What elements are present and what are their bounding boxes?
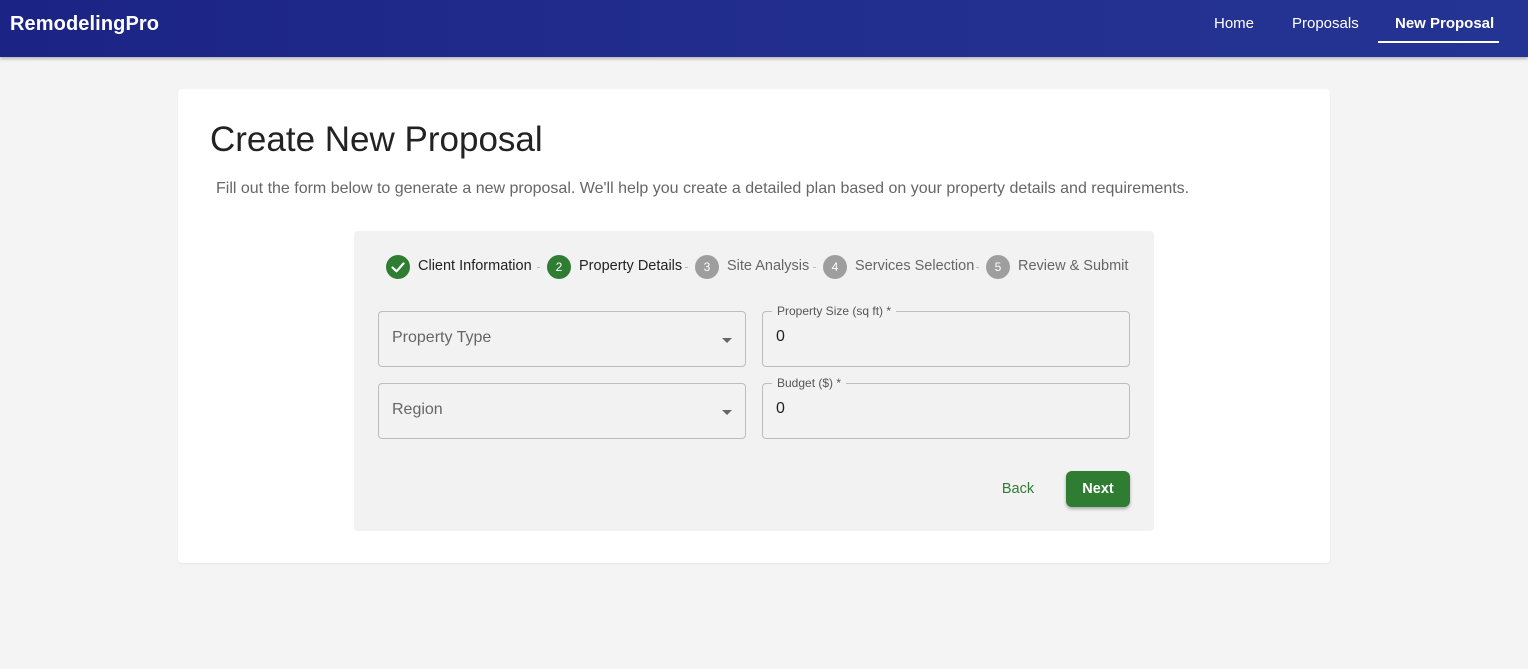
check-icon	[391, 262, 405, 273]
next-button[interactable]: Next	[1066, 471, 1130, 507]
page-subtitle: Fill out the form below to generate a ne…	[216, 180, 1190, 197]
property-size-input[interactable]	[776, 328, 1106, 346]
step-connector	[537, 267, 540, 268]
step-4-label: Services Selection	[855, 258, 975, 274]
dropdown-arrow-icon	[722, 338, 732, 343]
property-size-field: Property Size (sq ft) *	[762, 304, 1130, 367]
nav-new-proposal[interactable]: New Proposal	[1395, 15, 1494, 32]
step-2-badge: 2	[547, 255, 571, 279]
step-3-label: Site Analysis	[727, 258, 810, 274]
page-title: Create New Proposal	[210, 120, 543, 159]
step-2-label: Property Details	[579, 258, 683, 274]
nav-home[interactable]: Home	[1214, 15, 1254, 32]
property-type-placeholder: Property Type	[392, 329, 492, 346]
budget-label: Budget ($) *	[772, 376, 847, 390]
budget-field: Budget ($) *	[762, 376, 1130, 439]
brand-logo[interactable]: RemodelingPro	[10, 13, 159, 36]
step-connector	[976, 267, 979, 268]
step-3-badge: 3	[695, 255, 719, 279]
step-5-badge: 5	[986, 255, 1010, 279]
region-placeholder: Region	[392, 401, 443, 418]
property-size-label: Property Size (sq ft) *	[772, 304, 897, 318]
step-1-label: Client Information	[418, 258, 532, 274]
step-1-completed-icon	[386, 255, 410, 279]
app-bar: RemodelingPro Home Proposals New Proposa…	[0, 0, 1528, 57]
property-type-select[interactable]: Property Type	[378, 311, 746, 367]
dropdown-arrow-icon	[722, 410, 732, 415]
nav-proposals[interactable]: Proposals	[1292, 15, 1359, 32]
step-connector	[813, 267, 816, 268]
budget-input[interactable]	[776, 400, 1106, 418]
nav-active-indicator	[1378, 41, 1499, 43]
back-button[interactable]: Back	[990, 471, 1046, 507]
step-connector	[685, 267, 688, 268]
region-select[interactable]: Region	[378, 383, 746, 439]
step-5-label: Review & Submit	[1018, 258, 1129, 274]
step-4-badge: 4	[823, 255, 847, 279]
